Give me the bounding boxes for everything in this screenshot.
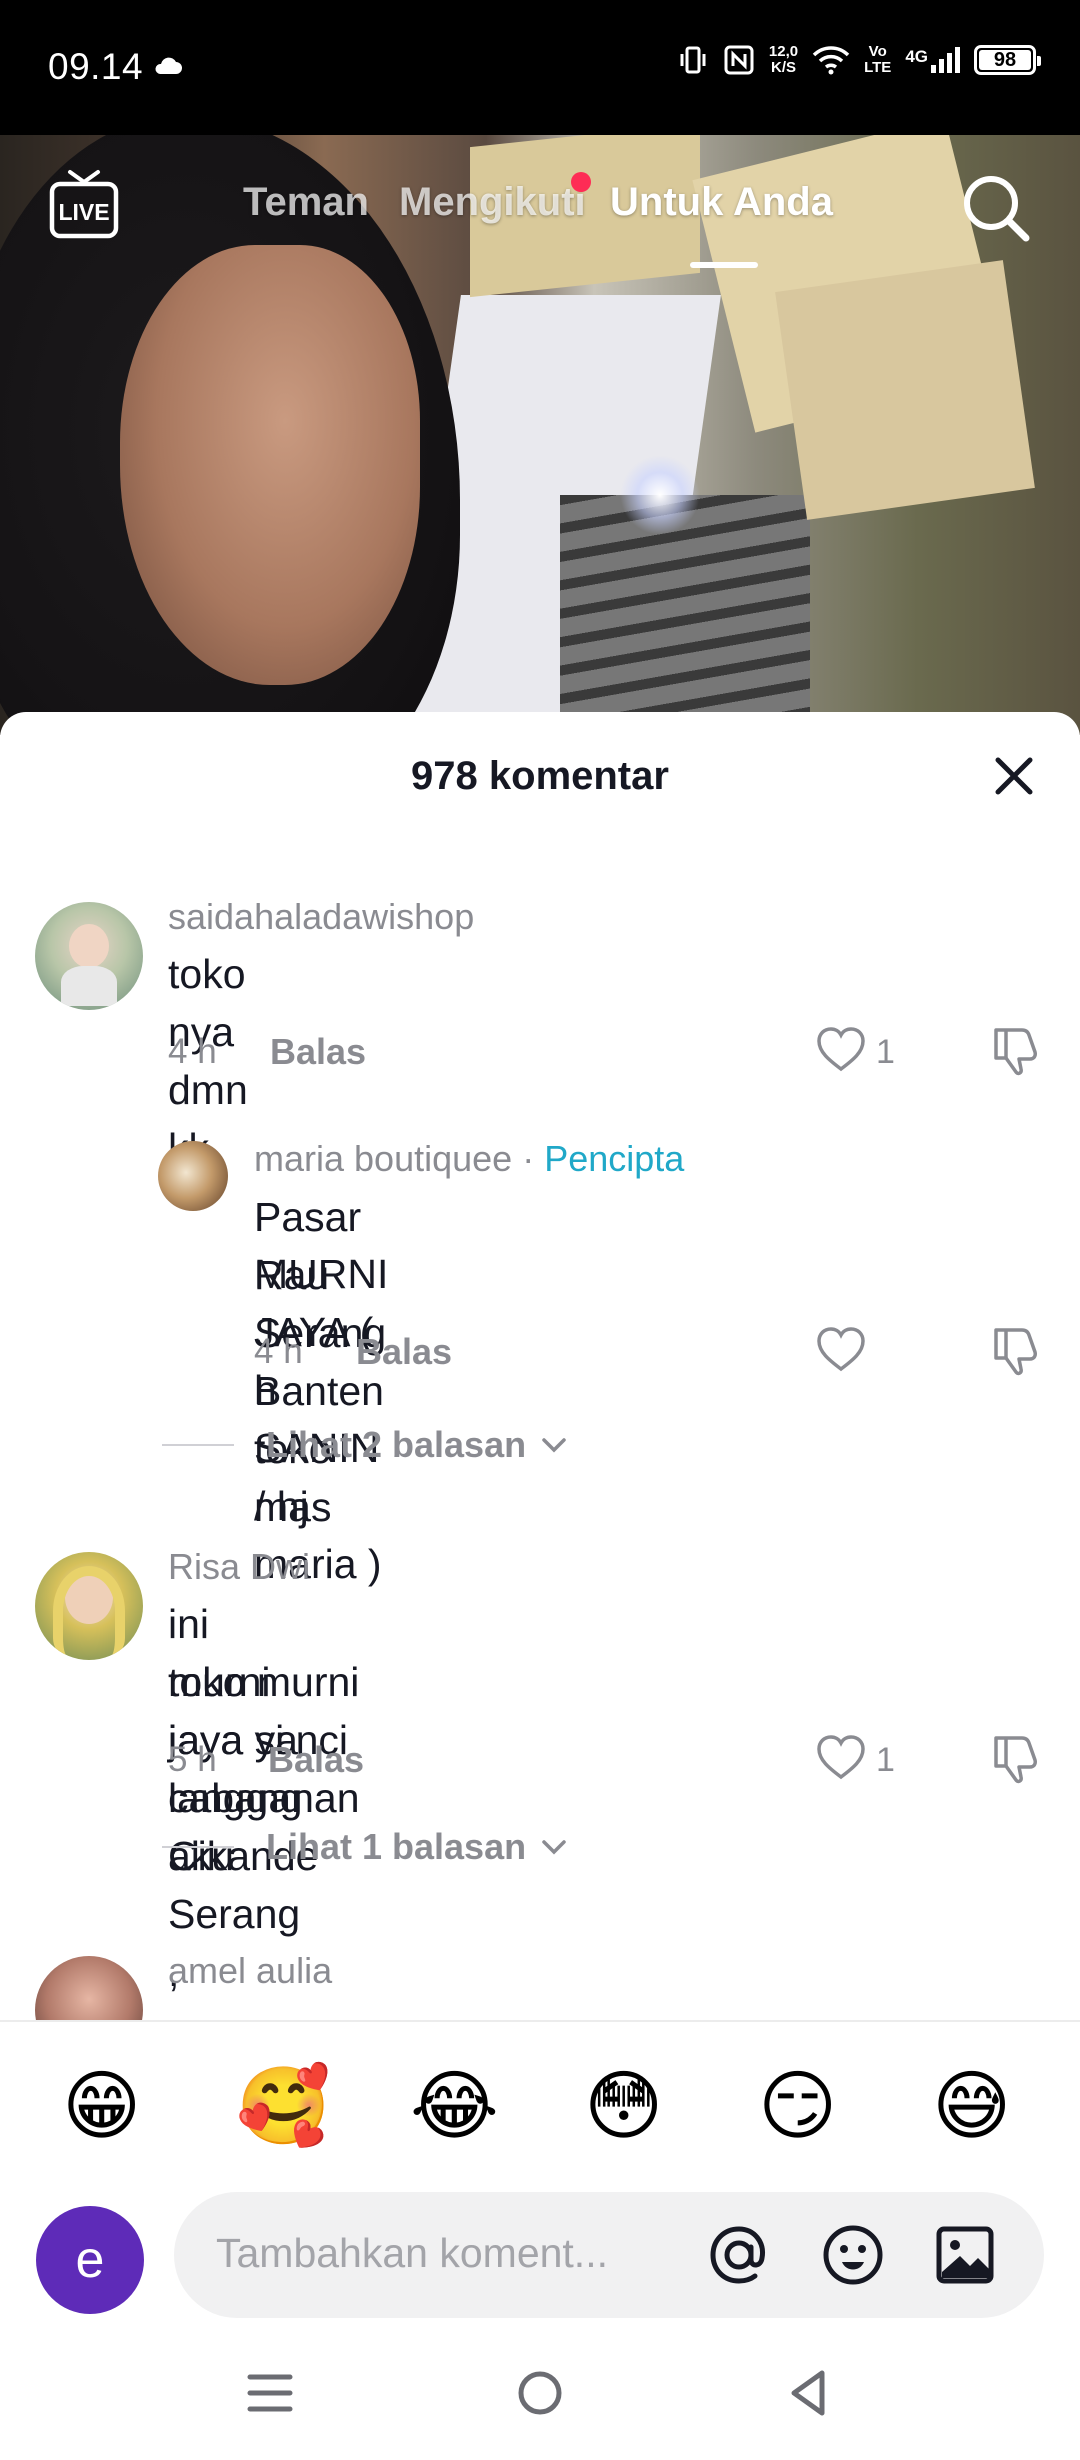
chevron-down-icon xyxy=(542,1438,566,1453)
quick-emoji[interactable]: 😁 xyxy=(62,2062,141,2152)
quick-emoji[interactable]: 😏 xyxy=(758,2062,837,2152)
dislike-icon[interactable] xyxy=(988,1024,1042,1078)
comment-time: 4 h xyxy=(168,1032,217,1071)
quick-emoji[interactable]: 😅 xyxy=(932,2062,1011,2152)
reply-button[interactable]: Balas xyxy=(270,1031,366,1073)
quick-emoji[interactable]: 😂 xyxy=(410,2062,499,2152)
comment-time: 4 h xyxy=(254,1332,303,1371)
reply-button[interactable]: Balas xyxy=(268,1739,364,1781)
image-icon[interactable] xyxy=(930,2220,1000,2290)
like-count: 1 xyxy=(876,1741,895,1779)
reply-button[interactable]: Balas xyxy=(356,1331,452,1373)
back-icon[interactable] xyxy=(780,2363,840,2423)
avatar[interactable] xyxy=(35,1956,143,2020)
avatar[interactable] xyxy=(35,902,143,1010)
comment-text: masa sih 4 bulan bisa untung 16 emng xyxy=(168,1999,293,2020)
heart-icon[interactable] xyxy=(815,1024,867,1076)
view-replies-button[interactable]: Lihat 1 balasan xyxy=(162,1826,568,1868)
like-count: 1 xyxy=(876,1033,895,1071)
dislike-icon[interactable] xyxy=(988,1732,1042,1786)
comment-input-placeholder: Tambahkan koment... xyxy=(216,2230,608,2276)
view-replies-button[interactable]: Lihat 2 balasan xyxy=(162,1424,568,1466)
comments-list[interactable]: saidahaladawishop toko nya dmn kk 4 h Ba… xyxy=(0,0,1080,2020)
comment-username[interactable]: maria boutiquee · Pencipta xyxy=(254,1138,684,1180)
home-circle-icon[interactable] xyxy=(510,2363,570,2423)
at-icon[interactable] xyxy=(704,2220,774,2290)
dislike-icon[interactable] xyxy=(988,1324,1042,1378)
menu-icon[interactable] xyxy=(240,2363,300,2423)
comment-username[interactable]: Risa Dwi xyxy=(168,1546,310,1588)
comment-time: 5 h xyxy=(168,1740,217,1779)
heart-icon[interactable] xyxy=(815,1732,867,1784)
chevron-down-icon xyxy=(542,1840,566,1855)
avatar[interactable] xyxy=(35,1552,143,1660)
quick-emoji[interactable]: 🥰 xyxy=(236,2062,331,2152)
emoji-icon[interactable] xyxy=(818,2220,888,2290)
tiktok-screen: 09.14 12,0 K/S Vo LTE 4G 98 LIVE Teman M… xyxy=(0,0,1080,2460)
comment-username[interactable]: saidahaladawishop xyxy=(168,896,474,938)
heart-icon[interactable] xyxy=(815,1324,867,1376)
quick-emoji[interactable]: 😳 xyxy=(584,2062,663,2152)
my-avatar[interactable]: e xyxy=(36,2206,144,2314)
avatar[interactable] xyxy=(158,1141,228,1211)
system-nav-bar xyxy=(0,2345,1080,2460)
comment-input[interactable]: Tambahkan koment... xyxy=(174,2192,1044,2318)
comment-username[interactable]: amel aulia xyxy=(168,1950,332,1992)
creator-badge: Pencipta xyxy=(544,1138,685,1179)
comment-text-line-2: MURNI JAYA ( h SANIN / hj maria ) xyxy=(254,1251,389,1587)
